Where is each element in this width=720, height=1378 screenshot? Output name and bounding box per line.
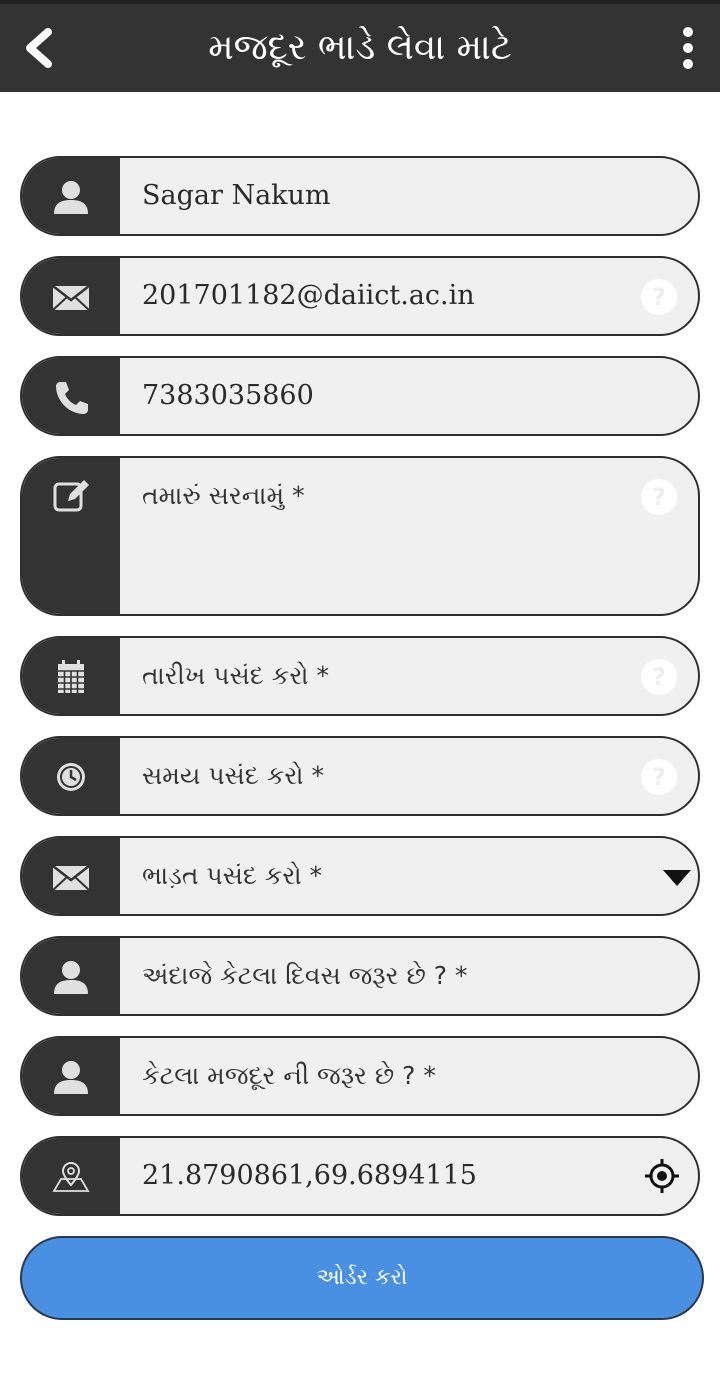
edit-icon <box>53 480 89 512</box>
phone-input[interactable]: 7383035860 <box>142 358 314 434</box>
days-icon-box <box>22 938 120 1014</box>
email-icon-box <box>22 258 120 334</box>
help-icon[interactable]: ? <box>640 758 678 796</box>
date-icon-box <box>22 638 120 714</box>
user-icon <box>54 1061 88 1094</box>
email-input[interactable]: 201701182@daiict.ac.in <box>142 258 475 334</box>
help-icon[interactable]: ? <box>640 278 678 316</box>
name-icon-box <box>22 158 120 234</box>
workers-field[interactable]: કેટલા મજદૂર ની જરૂર છે ? * <box>20 1036 700 1116</box>
time-field[interactable]: સમય પસંદ કરો * ? <box>20 736 700 816</box>
help-icon[interactable]: ? <box>640 478 678 516</box>
days-input[interactable]: અંદાજે કેટલા દિવસ જરૂર છે ? * <box>142 938 467 1014</box>
svg-text:?: ? <box>652 483 666 511</box>
days-field[interactable]: અંદાજે કેટલા દિવસ જરૂર છે ? * <box>20 936 700 1016</box>
dropdown-arrow-icon[interactable] <box>662 868 692 888</box>
help-icon[interactable]: ? <box>640 658 678 696</box>
location-field[interactable]: 21.8790861,69.6894115 <box>20 1136 700 1216</box>
user-icon <box>54 181 88 214</box>
phone-icon-box <box>22 358 120 434</box>
fare-select[interactable]: ભાડ઼ત પસંદ કરો * <box>20 836 700 916</box>
fare-icon-box <box>22 838 120 914</box>
user-icon <box>54 961 88 994</box>
app-bar: મજદૂર ભાડે લેવા માટે <box>0 0 720 92</box>
calendar-icon <box>58 660 84 693</box>
time-input[interactable]: સમય પસંદ કરો * <box>142 738 324 814</box>
phone-icon <box>56 382 88 414</box>
svg-text:?: ? <box>652 663 666 691</box>
envelope-icon <box>52 865 90 891</box>
time-icon-box <box>22 738 120 814</box>
address-input[interactable]: તમારું સરનામું * <box>142 458 305 534</box>
workers-icon-box <box>22 1038 120 1114</box>
workers-input[interactable]: કેટલા મજદૂર ની જરૂર છે ? * <box>142 1038 436 1114</box>
date-input[interactable]: તારીખ પસંદ કરો * <box>142 638 329 714</box>
email-field[interactable]: 201701182@daiict.ac.in ? <box>20 256 700 336</box>
date-field[interactable]: તારીખ પસંદ કરો * ? <box>20 636 700 716</box>
name-input[interactable]: Sagar Nakum <box>142 158 331 234</box>
order-button[interactable]: ઓર્ડર કરો <box>20 1236 704 1320</box>
map-pin-icon <box>52 1161 90 1192</box>
fare-select-value[interactable]: ભાડ઼ત પસંદ કરો * <box>142 838 322 914</box>
more-vertical-icon[interactable] <box>678 26 698 70</box>
phone-field[interactable]: 7383035860 <box>20 356 700 436</box>
name-field[interactable]: Sagar Nakum <box>20 156 700 236</box>
location-icon-box <box>22 1138 120 1214</box>
envelope-icon <box>52 285 90 311</box>
clock-icon <box>57 763 85 791</box>
svg-text:?: ? <box>652 763 666 791</box>
location-input[interactable]: 21.8790861,69.6894115 <box>142 1138 477 1214</box>
page-title: મજદૂર ભાડે લેવા માટે <box>208 27 512 68</box>
svg-text:?: ? <box>652 283 666 311</box>
gps-target-icon[interactable] <box>644 1158 680 1194</box>
address-icon-box <box>22 458 120 614</box>
address-field[interactable]: તમારું સરનામું * ? <box>20 456 700 616</box>
